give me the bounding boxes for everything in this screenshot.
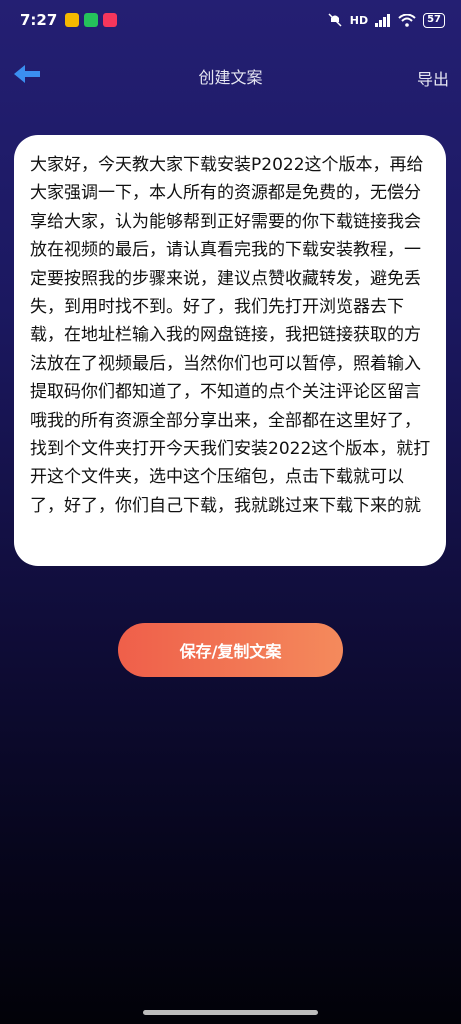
save-copy-button[interactable]: 保存/复制文案 (118, 623, 343, 677)
signal-icon (375, 13, 391, 27)
battery-level: 57 (427, 13, 441, 25)
copywriting-text-editor[interactable]: 大家好，今天教大家下载安装P2022这个版本，再给大家强调一下，本人所有的资源都… (30, 151, 432, 550)
battery-icon: 57 (423, 12, 445, 28)
mute-icon (328, 13, 342, 27)
home-indicator[interactable] (143, 1010, 318, 1015)
status-bar: 7:27 HD 57 (0, 0, 461, 40)
status-time: 7:27 (20, 11, 58, 29)
status-right: HD 57 (327, 12, 445, 28)
page-title: 创建文案 (198, 68, 263, 87)
wifi-icon (398, 13, 416, 27)
network-type-label: HD (349, 13, 369, 27)
notification-icons (65, 13, 118, 27)
app-header: 创建文案 导出 (0, 56, 461, 96)
copywriting-card: 大家好，今天教大家下载安装P2022这个版本，再给大家强调一下，本人所有的资源都… (14, 135, 446, 566)
notification-app-icon (103, 13, 118, 27)
wechat-icon (84, 13, 99, 27)
arrow-left-icon[interactable] (12, 62, 42, 86)
notification-app-icon (65, 13, 80, 27)
export-button[interactable]: 导出 (417, 66, 449, 90)
